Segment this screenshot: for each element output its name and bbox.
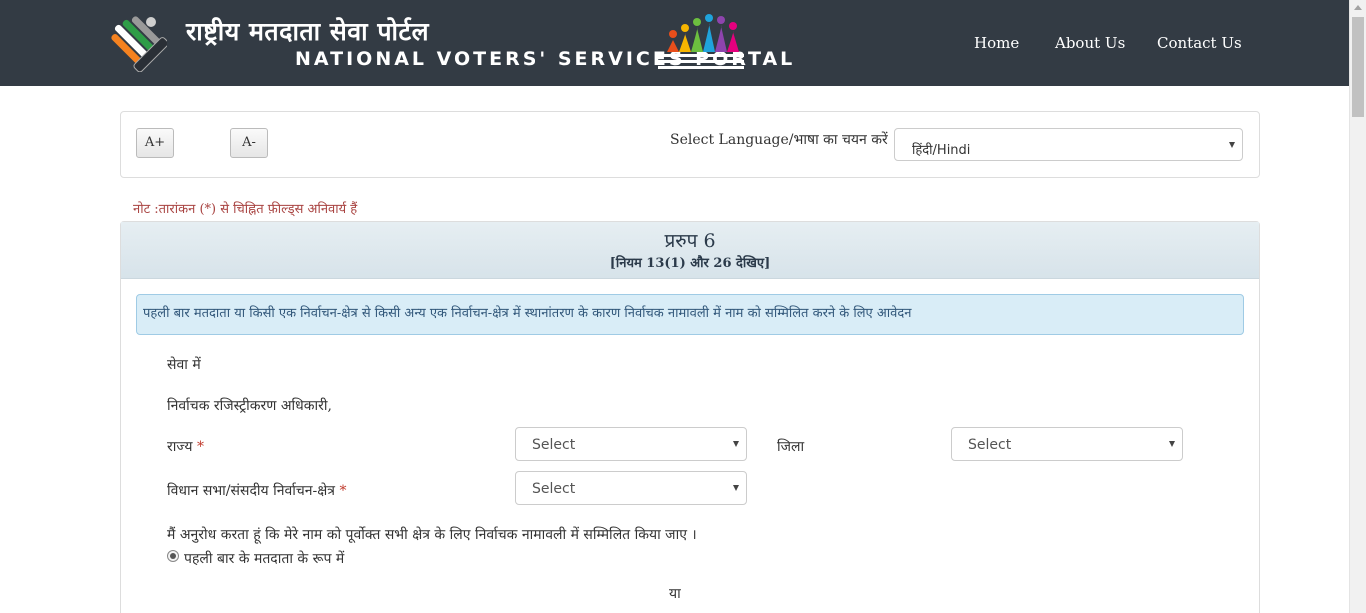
page-scrollbar[interactable] [1349, 0, 1366, 613]
nav-home[interactable]: Home [974, 34, 1019, 52]
first-time-voter-label: पहली बार के मतदाता के रूप में [184, 551, 345, 567]
required-mark: * [196, 439, 204, 455]
chevron-down-icon [1229, 142, 1235, 148]
nav-about-us[interactable]: About Us [1055, 34, 1125, 52]
site-header: राष्ट्रीय मतदाता सेवा पोर्टल NATIONAL VO… [0, 0, 1349, 86]
first-time-voter-radio[interactable] [167, 550, 179, 562]
language-value: हिंदी/Hindi [912, 143, 971, 158]
district-label: जिला [777, 439, 805, 455]
state-select-value: Select [532, 437, 576, 453]
addressee-line: सेवा में [167, 357, 201, 373]
form-info-box: पहली बार मतदाता या किसी एक निर्वाचन-क्षे… [136, 294, 1244, 335]
district-select-value: Select [968, 437, 1012, 453]
constituency-label-text: विधान सभा/संसदीय निर्वाचन-क्षेत्र [167, 483, 336, 499]
required-mark: * [339, 483, 347, 499]
chevron-down-icon [733, 441, 739, 447]
decrease-font-button[interactable]: A- [230, 128, 268, 158]
national-voters-day-logo-icon [658, 14, 744, 69]
nav-contact-us[interactable]: Contact Us [1157, 34, 1242, 52]
scroll-up-icon[interactable] [1354, 5, 1362, 10]
eci-logo-icon[interactable] [107, 12, 167, 72]
state-label: राज्य * [167, 437, 204, 456]
officer-line: निर्वाचक रजिस्ट्रीकरण अधिकारी, [167, 398, 332, 414]
form-title: प्ररुप 6 [664, 230, 716, 252]
form-rule: [नियम 13(1) और 26 देखिए] [609, 256, 771, 271]
brand-hindi: राष्ट्रीय मतदाता सेवा पोर्टल [186, 17, 430, 46]
language-select[interactable]: हिंदी/Hindi [894, 128, 1243, 161]
form-header: प्ररुप 6 [नियम 13(1) और 26 देखिए] [121, 222, 1259, 279]
state-label-text: राज्य [167, 439, 193, 455]
state-select[interactable]: Select [515, 427, 747, 461]
district-select[interactable]: Select [951, 427, 1183, 461]
form-panel: प्ररुप 6 [नियम 13(1) और 26 देखिए] पहली ब… [120, 221, 1260, 613]
increase-font-button[interactable]: A+ [136, 128, 174, 158]
scroll-thumb[interactable] [1352, 17, 1364, 117]
chevron-down-icon [733, 485, 739, 491]
language-label: Select Language/भाषा का चयन करें [670, 132, 888, 148]
accessibility-toolbar: A+ A- Select Language/भाषा का चयन करें ह… [120, 111, 1260, 178]
constituency-label: विधान सभा/संसदीय निर्वाचन-क्षेत्र * [167, 481, 347, 500]
constituency-select-value: Select [532, 481, 576, 497]
constituency-select[interactable]: Select [515, 471, 747, 505]
mandatory-note: नोट :तारांकन (*) से चिह्नित फ़ील्ड्स अनि… [133, 202, 358, 217]
chevron-down-icon [1169, 441, 1175, 447]
request-text: मैं अनुरोध करता हूं कि मेरे नाम को पूर्व… [167, 527, 697, 543]
or-separator: या [669, 586, 681, 602]
